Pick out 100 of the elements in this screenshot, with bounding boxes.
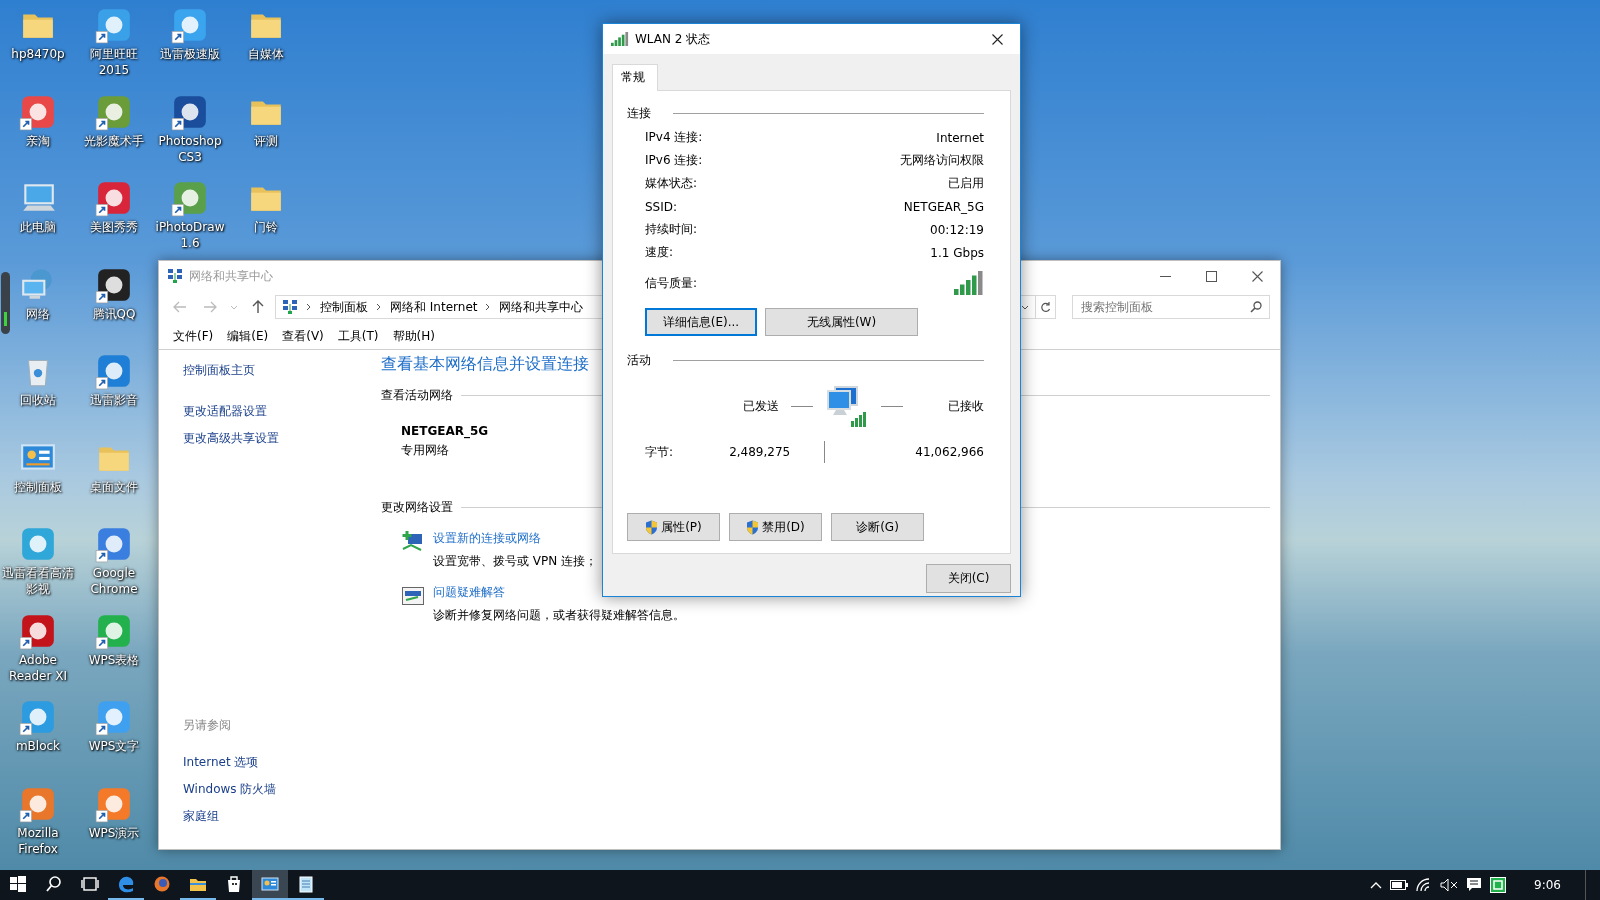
desktop-icon-label: 腾讯QQ: [91, 305, 137, 322]
sidebar-link[interactable]: 更改高级共享设置: [183, 430, 373, 447]
chevron-right-icon: [376, 303, 382, 311]
desktop-icon-label: 光影魔术手: [83, 132, 145, 149]
maximize-icon: [1205, 270, 1217, 282]
field-label: IPv4 连接:: [645, 129, 703, 146]
forward-arrow-icon: [203, 301, 217, 313]
field-label: 信号质量:: [645, 274, 698, 292]
tab[interactable]: 常规: [612, 64, 658, 91]
field-value: 1.1 Gbps: [930, 245, 984, 260]
close-dialog-button[interactable]: 关闭(C): [926, 564, 1011, 593]
field-label: IPv6 连接:: [645, 152, 703, 169]
field-value: 00:12:19: [930, 222, 984, 237]
desktop-icon-label: 自媒体: [247, 46, 285, 62]
action-button[interactable]: 禁用(D): [729, 513, 822, 541]
task-link[interactable]: 问题疑难解答: [433, 585, 505, 599]
menu-item[interactable]: 编辑(E): [221, 327, 275, 345]
desktop-icon-label: hp8470p: [10, 46, 66, 62]
desktop-icon-label: 评测: [253, 132, 279, 149]
desktop-icon-label: 回收站: [19, 392, 57, 408]
action-button[interactable]: 诊断(G): [831, 513, 924, 541]
bytes-received: 41,062,966: [915, 445, 984, 459]
desktop-icon-label: WPS文字: [87, 738, 141, 754]
field-value: NETGEAR_5G: [903, 199, 984, 214]
see-also-link[interactable]: Internet 选项: [183, 754, 373, 771]
desktop-icon-label: Photoshop CS3: [157, 132, 223, 165]
desktop-icon-label: 迅雷看看高清影视: [1, 565, 75, 597]
chevron-up-icon[interactable]: [1370, 881, 1383, 889]
bytes-sent: 2,489,275: [729, 445, 791, 459]
sidebar-link[interactable]: 控制面板主页: [183, 362, 373, 379]
back-arrow-icon: [173, 301, 187, 313]
desktop-icon-label: mBlock: [14, 738, 62, 754]
close-icon: [991, 33, 1003, 45]
app-tray-icon[interactable]: [1490, 877, 1507, 893]
desktop-icon-label: 此电脑: [19, 219, 57, 235]
task-description: 诊断并修复网络问题，或者获得疑难解答信息。: [433, 607, 685, 624]
desktop-icon-label: 桌面文件: [89, 478, 139, 495]
browser-icon: [116, 874, 136, 894]
search-icon: [1250, 301, 1262, 313]
chevron-right-icon: [306, 303, 312, 311]
group-title: 活动: [627, 352, 651, 369]
desktop-icon-label: 门铃: [253, 219, 279, 235]
control-panel-button[interactable]: [252, 870, 288, 900]
desktop-icon-label: 阿里旺旺 2015: [89, 46, 139, 78]
bytes-label: 字节:: [645, 443, 674, 461]
refresh-icon: [1040, 301, 1051, 313]
desktop-icon-label: 迅雷影音: [89, 392, 139, 408]
desktop-icon-label: Google Chrome: [89, 565, 139, 597]
desktop-icon-label: 网络: [25, 305, 51, 322]
new-connection-icon: [401, 530, 425, 554]
firefox-icon: [152, 874, 172, 894]
close-icon: [1251, 270, 1263, 282]
start-icon: [8, 874, 28, 894]
task-link[interactable]: 设置新的连接或网络: [433, 531, 541, 545]
field-label: 速度:: [645, 244, 674, 261]
notepad-icon: [296, 874, 316, 894]
signal-strength-icon: [954, 271, 984, 295]
dialog-button[interactable]: 无线属性(W): [765, 308, 918, 336]
field-label: 持续时间:: [645, 221, 698, 238]
search-icon: [44, 874, 64, 894]
battery-icon[interactable]: [1390, 880, 1409, 890]
desktop-icon-label: 亲淘: [25, 132, 51, 149]
caret-down-icon: [230, 304, 238, 310]
shield-icon: [645, 519, 659, 535]
breadcrumb[interactable]: 网络和 Internet: [390, 298, 478, 316]
see-also-link[interactable]: Windows 防火墙: [183, 781, 373, 798]
network-grid-icon: [167, 268, 183, 284]
desktop-icon-label: iPhotoDraw 1.6: [154, 219, 226, 251]
field-value: 已启用: [948, 175, 984, 192]
sent-label: 已发送: [743, 397, 779, 415]
field-label: 媒体状态:: [645, 175, 698, 192]
window-title: 网络和共享中心: [189, 267, 273, 285]
menu-item[interactable]: 文件(F): [167, 327, 220, 345]
shield-icon: [746, 519, 760, 535]
section-title: 更改网络设置: [381, 499, 453, 516]
signal-bars-icon: [611, 31, 629, 47]
notification-icon[interactable]: [1466, 877, 1483, 893]
search-field[interactable]: 搜索控制面板: [1072, 295, 1270, 319]
field-value: Internet: [936, 130, 984, 145]
chevron-right-icon: [485, 303, 492, 311]
breadcrumb[interactable]: 网络和共享中心: [499, 298, 584, 316]
speaker-muted-icon[interactable]: [1440, 878, 1459, 892]
menu-item[interactable]: 帮助(H): [386, 327, 441, 345]
network-grid-icon: [282, 299, 298, 315]
see-also-heading: 另请参阅: [183, 717, 232, 734]
see-also-link[interactable]: 家庭组: [183, 808, 373, 825]
breadcrumb[interactable]: 控制面板: [320, 298, 368, 316]
desktop-icon-label: Adobe Reader XI: [7, 651, 68, 684]
minimize-icon: [1159, 275, 1171, 277]
menu-item[interactable]: 工具(T): [331, 327, 385, 345]
sidebar-link[interactable]: 更改适配器设置: [183, 403, 373, 420]
action-button[interactable]: 属性(P): [627, 513, 720, 541]
desktop-icon-label: Mozilla Firefox: [16, 824, 60, 857]
clock[interactable]: 9:06: [1534, 878, 1561, 892]
desktop-icon-label: WPS表格: [87, 651, 141, 668]
control-panel-icon: [260, 874, 280, 894]
received-label: 已接收: [948, 397, 984, 415]
menu-item[interactable]: 查看(V): [276, 327, 330, 345]
dialog-button[interactable]: 详细信息(E)...: [645, 308, 757, 336]
field-label: SSID:: [645, 199, 678, 214]
